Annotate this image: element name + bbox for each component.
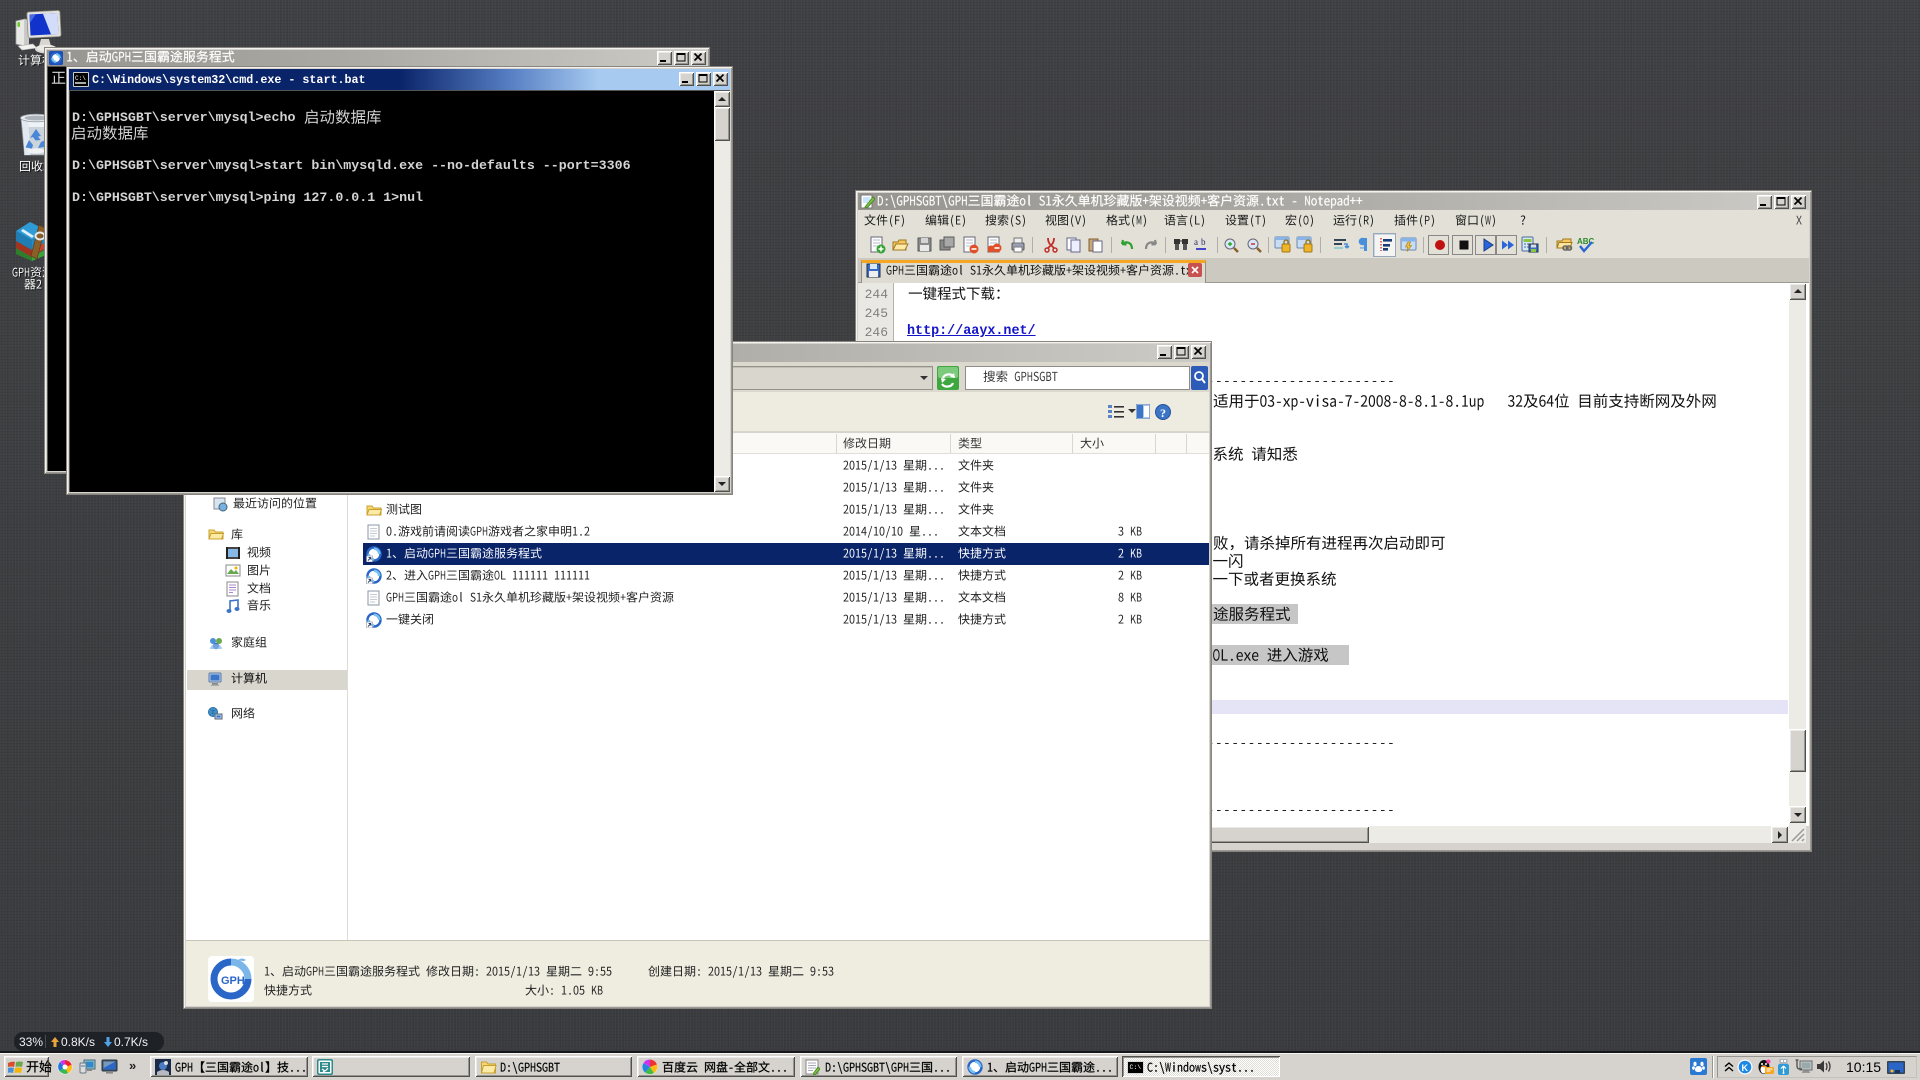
svg-text:C:\: C:\: [75, 75, 86, 82]
svg-text:b: b: [1201, 237, 1206, 247]
svg-text:ABC: ABC: [1577, 237, 1594, 246]
svg-text:K: K: [1742, 1063, 1749, 1073]
svg-text:a: a: [1194, 237, 1198, 247]
svg-text:GPH: GPH: [221, 975, 245, 987]
svg-text:C:\: C:\: [1130, 1064, 1142, 1071]
svg-text:?: ?: [1160, 406, 1166, 420]
